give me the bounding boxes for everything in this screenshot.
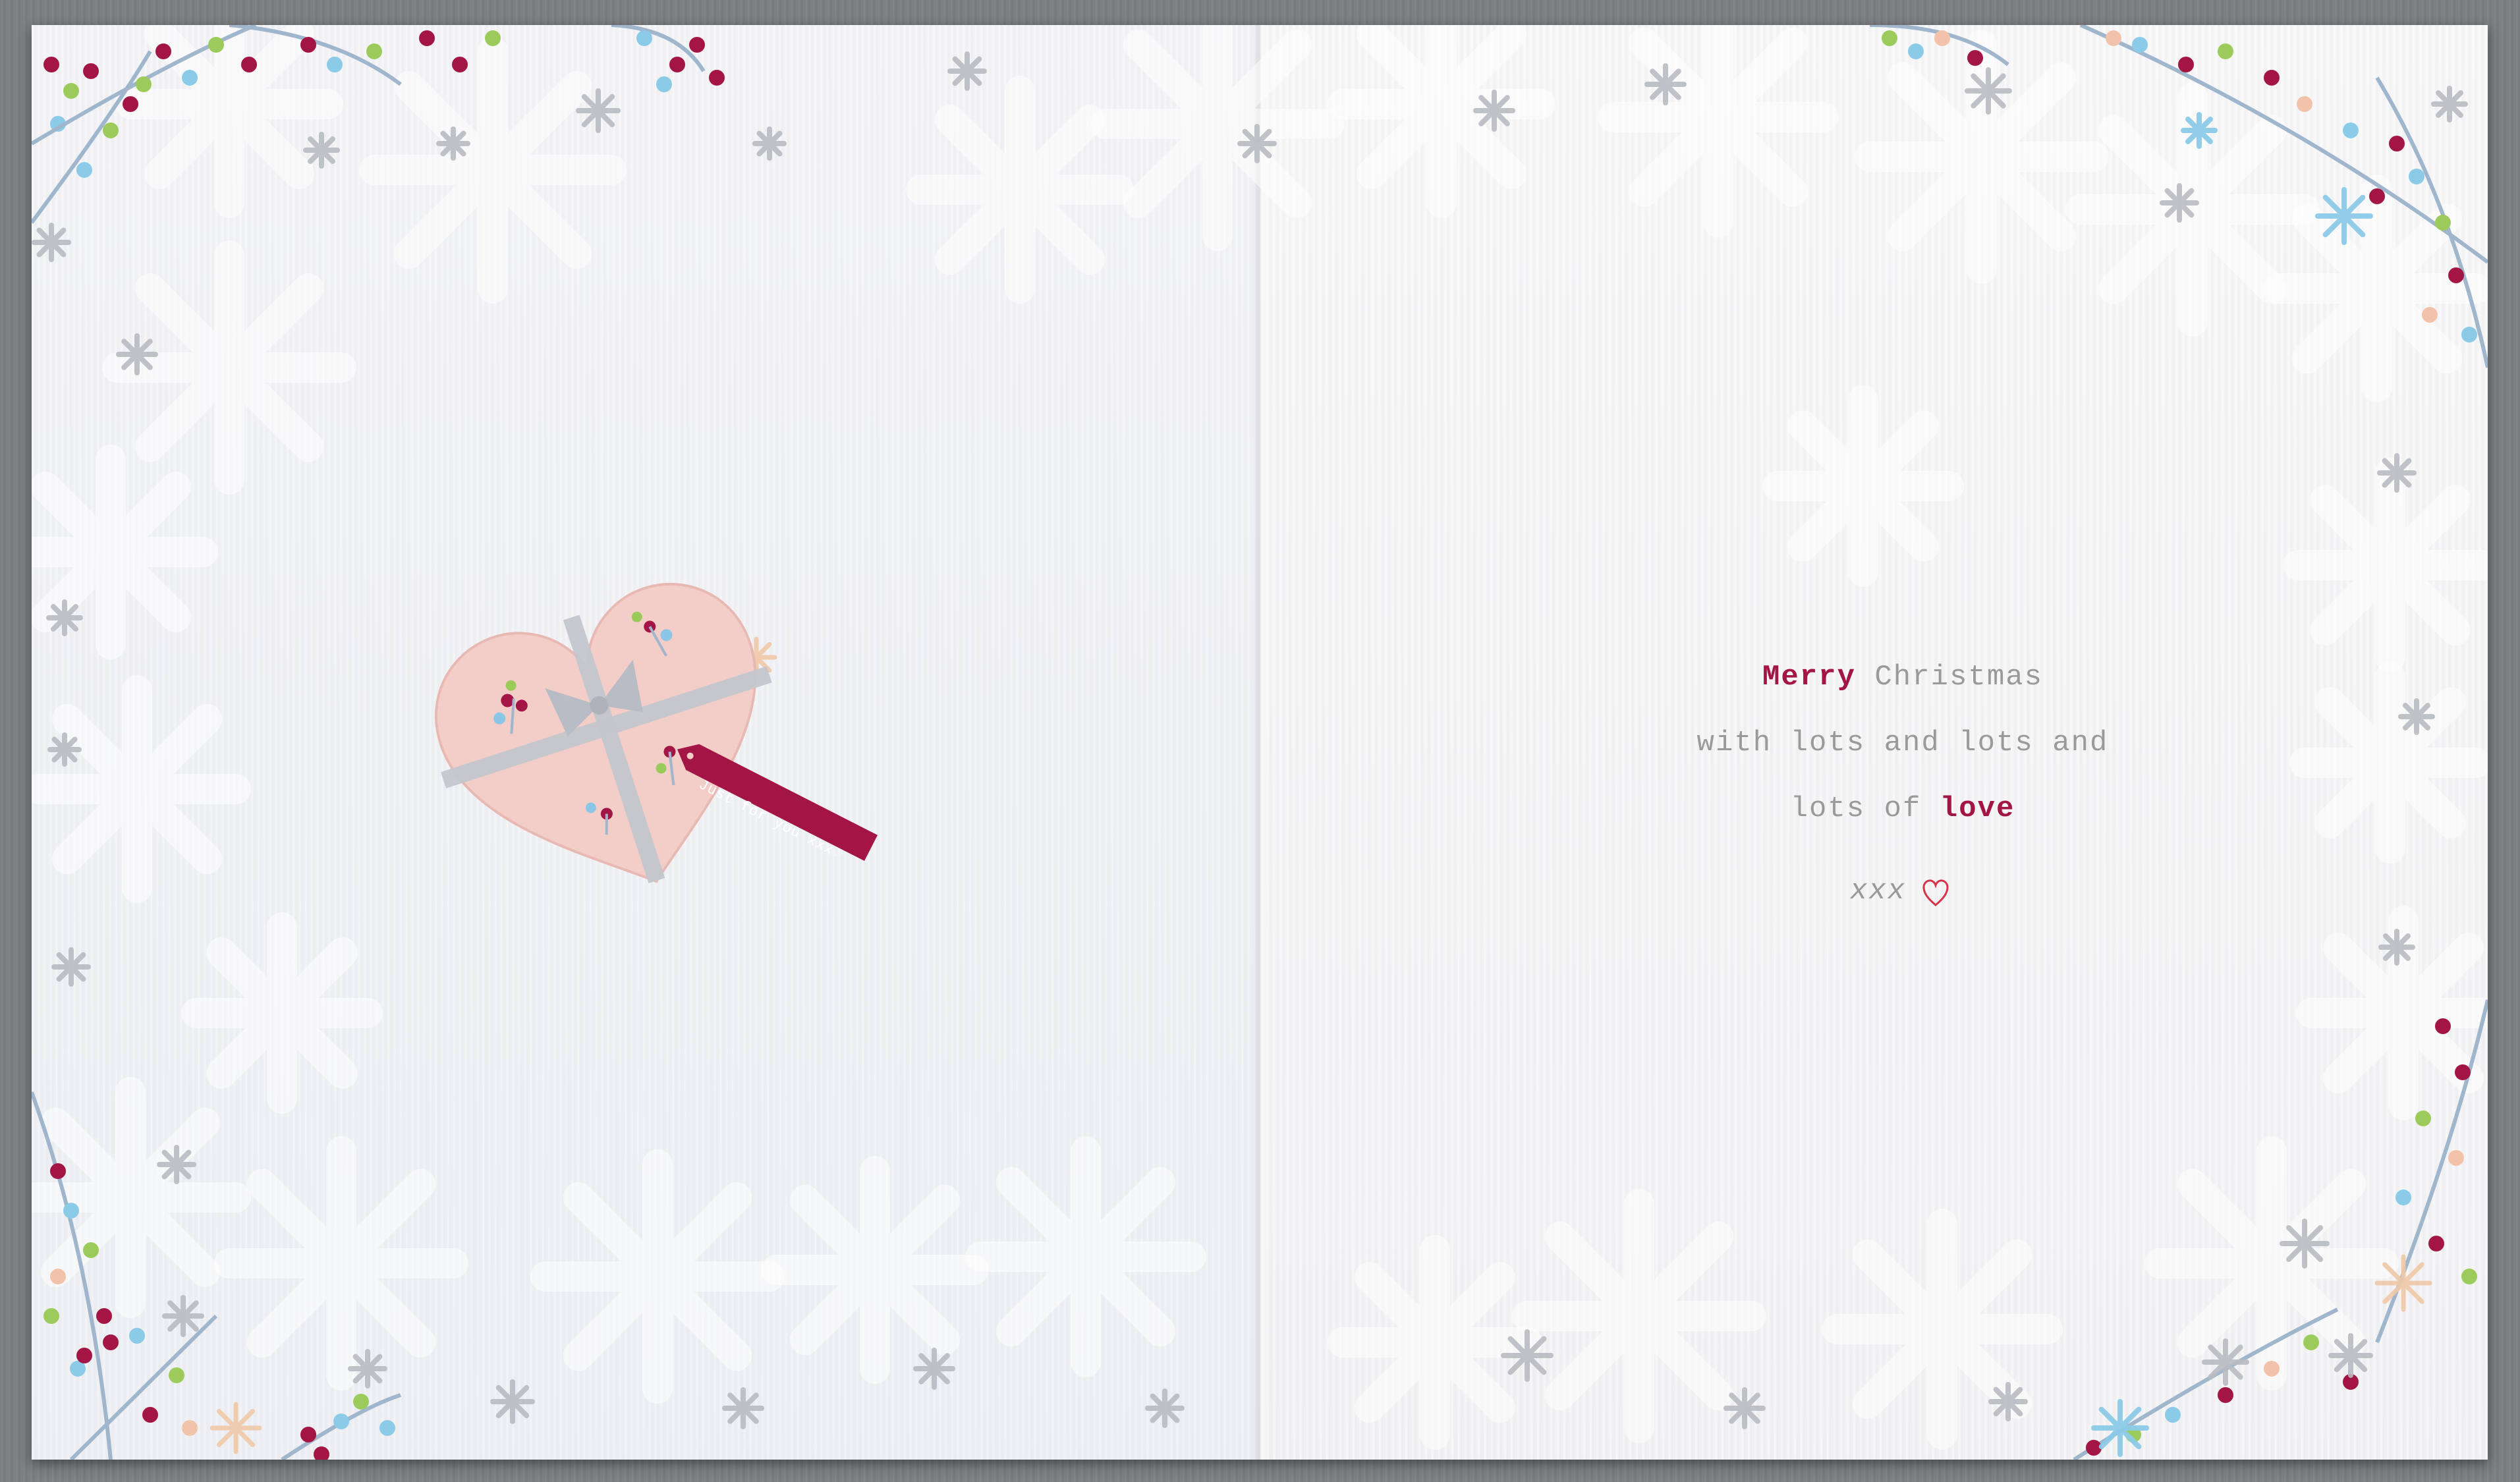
greeting-text-christmas: Christmas <box>1855 661 2044 694</box>
greeting-highlight-merry: Merry <box>1762 661 1856 694</box>
greeting-line-2: with lots and lots and <box>1696 727 2109 759</box>
greeting-text-lots-of: lots of <box>1790 792 1940 825</box>
greeting-line-3: lots of love <box>1672 776 2133 842</box>
signoff-text: xxx <box>1850 875 1907 908</box>
greeting-line-1: Merry Christmas <box>1672 644 2133 710</box>
greeting-highlight-love: love <box>1940 792 2015 825</box>
signoff-kisses: xxx <box>1850 875 1955 914</box>
greeting-message: Merry Christmas with lots and lots and l… <box>1672 644 2133 842</box>
greeting-card: Just for you xxx♡ Merry Christmas with l… <box>32 25 2488 1460</box>
heart-icon <box>1922 879 1949 906</box>
